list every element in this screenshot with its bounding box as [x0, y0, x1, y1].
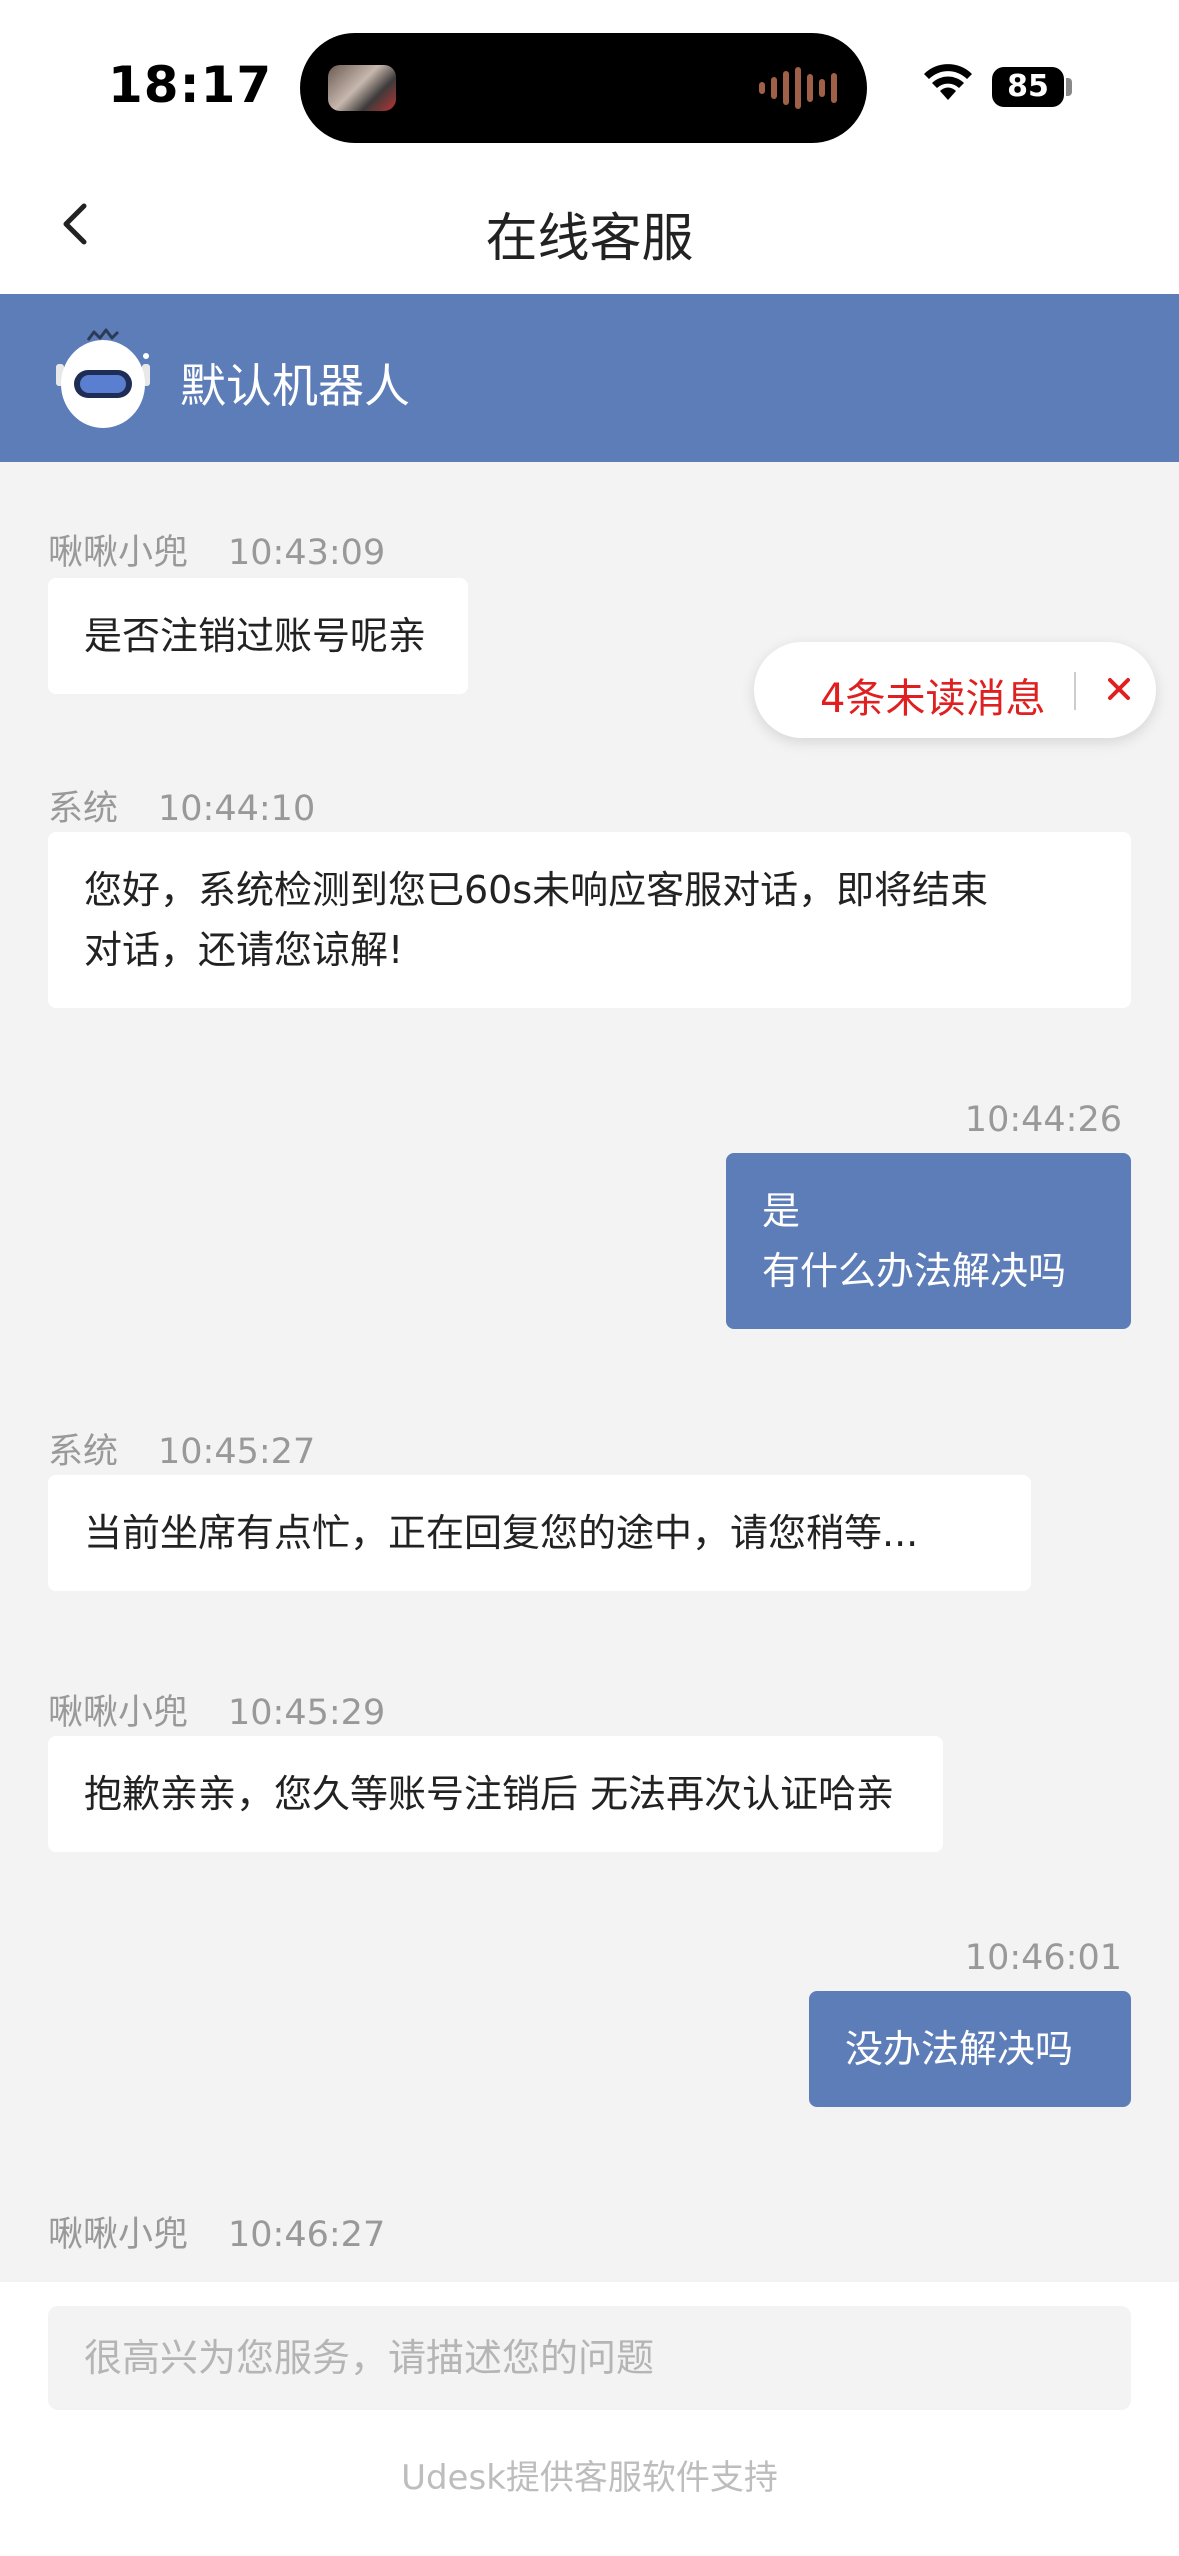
message-bubble[interactable]: 您好，系统检测到您已60s未响应客服对话，即将结束 对话，还请您谅解!	[48, 832, 1131, 1008]
sender-name: 啾啾小兜	[48, 2215, 189, 2255]
powered-by-text: Udesk提供客服软件支持	[401, 2458, 778, 2498]
message-time: 10:46:01	[964, 1938, 1122, 1978]
sender-name: 系统	[48, 789, 119, 829]
message-time: 10:43:09	[228, 533, 386, 573]
message-time: 10:44:10	[158, 789, 316, 829]
close-icon[interactable]	[1094, 664, 1144, 714]
message-time: 10:44:26	[964, 1100, 1122, 1140]
battery-cap	[1066, 78, 1072, 96]
message-meta: 啾啾小兜 10:45:29	[48, 1684, 385, 1735]
agent-header: 默认机器人	[0, 294, 1179, 462]
message-bubble[interactable]: 抱歉亲亲，您久等账号注销后 无法再次认证哈亲	[48, 1736, 943, 1852]
audio-wave-icon	[759, 67, 837, 109]
status-bar: 18:17 85	[0, 0, 1179, 160]
robot-icon	[56, 328, 150, 428]
message-time: 10:46:27	[228, 2215, 386, 2255]
message-meta: 系统 10:45:27	[48, 1423, 315, 1474]
unread-label[interactable]: 4条未读消息	[820, 666, 1045, 724]
message-meta: 啾啾小兜 10:43:09	[48, 524, 385, 575]
unread-messages-pill[interactable]: 4条未读消息	[754, 642, 1156, 738]
battery-indicator: 85	[992, 67, 1064, 107]
media-thumbnail	[328, 65, 396, 111]
message-time: 10:45:27	[158, 1432, 316, 1472]
message-meta: 系统 10:44:10	[48, 780, 315, 831]
my-message-bubble[interactable]: 没办法解决吗	[809, 1991, 1131, 2107]
wifi-icon	[924, 64, 972, 100]
message-meta: 啾啾小兜 10:46:27	[48, 2206, 385, 2257]
dynamic-island[interactable]	[300, 33, 867, 143]
message-input[interactable]	[48, 2306, 1131, 2410]
nav-bar: 在线客服	[0, 160, 1179, 294]
divider	[1074, 672, 1076, 710]
page-title: 在线客服	[485, 209, 694, 269]
status-time: 18:17	[108, 56, 273, 114]
sender-name: 系统	[48, 1432, 119, 1472]
sender-name: 啾啾小兜	[48, 1693, 189, 1733]
chat-screen: 18:17 85 在线客服 默认机器人 啾啾小兜 10:43:09 是否注销过账…	[0, 0, 1179, 2556]
my-message-bubble[interactable]: 是 有什么办法解决吗	[726, 1153, 1131, 1329]
message-time: 10:45:29	[228, 1693, 386, 1733]
sender-name: 啾啾小兜	[48, 533, 189, 573]
agent-name: 默认机器人	[180, 359, 410, 413]
message-bubble[interactable]: 当前坐席有点忙，正在回复您的途中，请您稍等...	[48, 1475, 1031, 1591]
message-bubble[interactable]: 是否注销过账号呢亲	[48, 578, 468, 694]
composer: Udesk提供客服软件支持	[0, 2282, 1179, 2556]
